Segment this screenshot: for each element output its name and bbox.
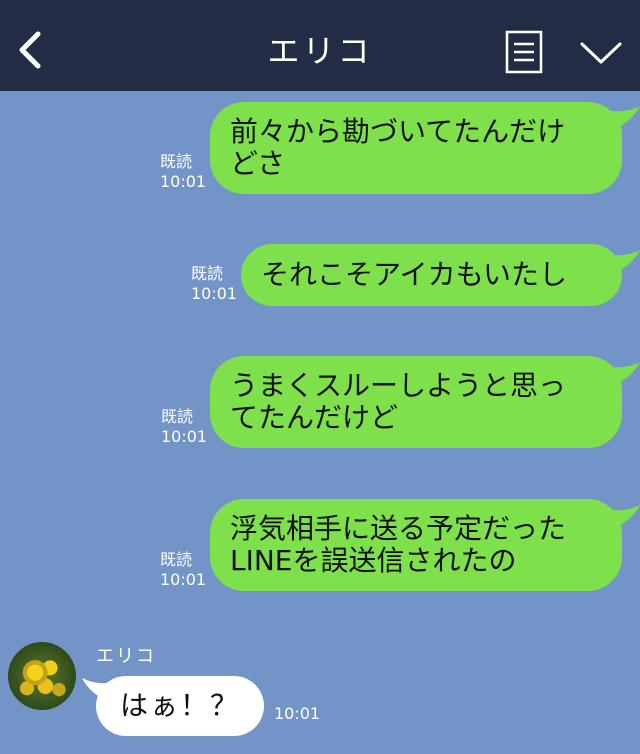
outgoing-message-bubble[interactable]: うまくスルーしようと思っ てたんだけど: [210, 356, 622, 448]
message-time: 10:01: [160, 172, 207, 191]
read-receipt: 既読 10:01: [191, 264, 237, 304]
message-line: LINEを誤送信されたの: [230, 544, 517, 577]
bubble-tail: [606, 362, 640, 386]
message-time: 10:01: [160, 570, 207, 589]
message-line: それこそアイカもいたし: [261, 258, 568, 291]
outgoing-message-bubble[interactable]: 浮気相手に送る予定だった LINEを誤送信されたの: [210, 499, 622, 591]
chat-header: エリコ: [0, 0, 640, 91]
message-line: うまくスルーしようと思っ: [230, 369, 567, 402]
message-line: 前々から勘づいてたんだけ: [230, 115, 566, 148]
chevron-down-icon[interactable]: [578, 38, 624, 68]
bubble-tail: [606, 250, 640, 274]
sender-name: エリコ: [96, 646, 156, 667]
chat-title: エリコ: [267, 32, 373, 70]
read-label: 既読: [191, 264, 224, 283]
incoming-message-bubble[interactable]: はぁ！？: [96, 676, 264, 736]
read-receipt: 既読 10:01: [160, 152, 206, 192]
message-line: どさ: [230, 147, 286, 180]
read-label: 既読: [160, 152, 193, 171]
read-receipt: 既読 10:01: [160, 550, 206, 590]
message-time: 10:01: [274, 704, 321, 723]
message-line: 浮気相手に送る予定だった: [230, 512, 567, 545]
outgoing-message-bubble[interactable]: それこそアイカもいたし: [241, 244, 622, 306]
bubble-tail: [606, 106, 640, 130]
outgoing-message-bubble[interactable]: 前々から勘づいてたんだけ どさ: [210, 102, 622, 194]
message-line: てたんだけど: [230, 401, 399, 434]
message-time: 10:01: [161, 427, 208, 446]
message-time: 10:01: [191, 284, 238, 303]
bubble-tail: [606, 505, 640, 529]
read-label: 既読: [161, 407, 194, 426]
mimosa-flower-avatar[interactable]: [8, 642, 76, 710]
memo-list-icon[interactable]: [504, 30, 544, 74]
read-receipt: 既読 10:01: [161, 407, 207, 447]
read-label: 既読: [160, 550, 193, 569]
